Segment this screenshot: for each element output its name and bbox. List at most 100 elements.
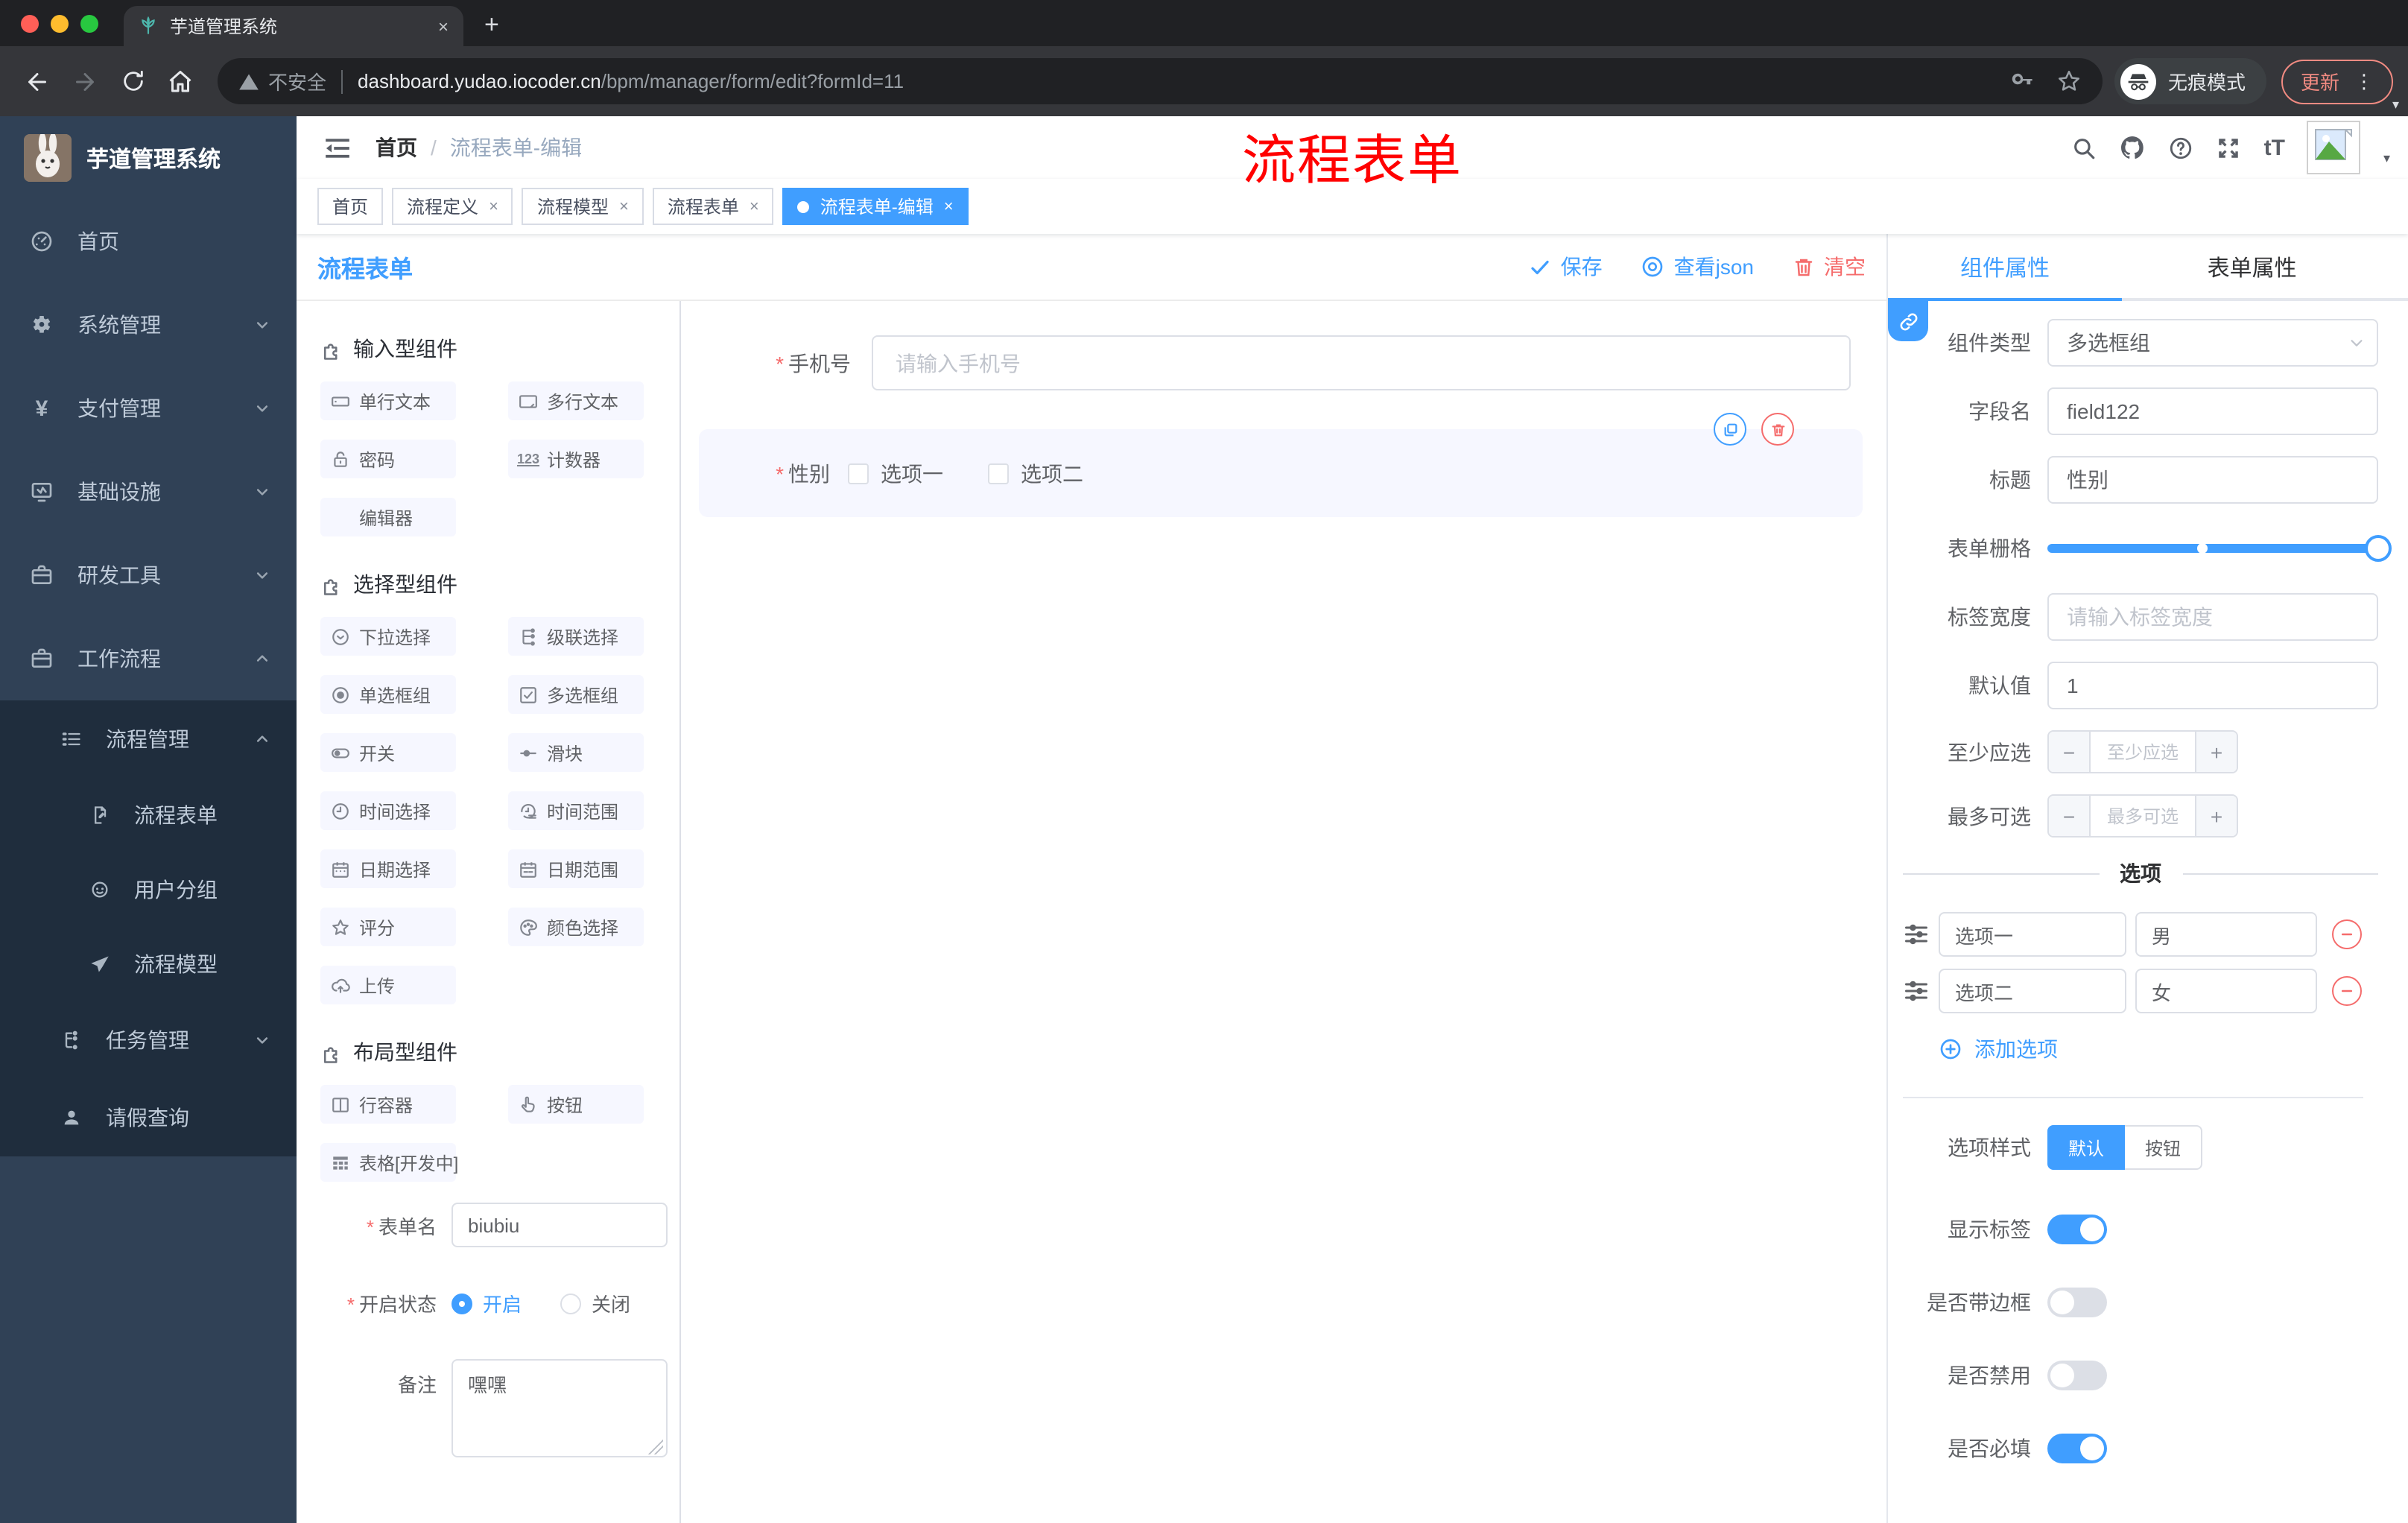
browser-update-button[interactable]: 更新 ⋮ [2281,59,2393,104]
drag-handle-icon[interactable] [1903,978,1930,1004]
url-bar[interactable]: 不安全 dashboard.yudao.iocoder.cn/bpm/manag… [218,58,2103,104]
tag-process-definition[interactable]: 流程定义 × [392,188,513,225]
default-value-input[interactable] [2047,662,2378,709]
sidebar-item-process-mgmt[interactable]: 流程管理 [0,700,297,778]
home-icon[interactable] [158,59,203,104]
show-label-switch[interactable] [2047,1215,2107,1244]
form-name-input[interactable] [452,1203,668,1247]
option-value-input[interactable] [2135,912,2317,957]
component-chip-password[interactable]: 密码 [320,440,456,478]
maximize-window-button[interactable] [80,14,98,32]
required-switch[interactable] [2047,1434,2107,1463]
component-chip-switch[interactable]: 开关 [320,733,456,772]
duplicate-component-button[interactable] [1714,413,1746,446]
close-icon[interactable]: × [619,197,629,215]
component-chip-upload[interactable]: 上传 [320,966,456,1004]
component-chip-rate[interactable]: 评分 [320,908,456,946]
style-default-button[interactable]: 默认 [2047,1125,2125,1170]
component-chip-time-range[interactable]: 时间范围 [508,791,644,830]
component-chip-table[interactable]: 表格[开发中] [320,1143,458,1182]
tag-process-form[interactable]: 流程表单 × [652,188,774,225]
password-key-icon[interactable] [2012,69,2035,93]
add-option-button[interactable]: 添加选项 [1939,1034,2378,1064]
sidebar-item-infra[interactable]: 基础设施 [0,450,297,533]
fullscreen-icon[interactable] [2217,135,2242,160]
component-chip-slider[interactable]: 滑块 [508,733,644,772]
option-name-input[interactable] [1939,969,2126,1013]
checkbox-icon[interactable] [848,463,869,484]
form-grid-slider[interactable] [2047,525,2392,572]
forward-icon[interactable] [63,59,107,104]
component-chip-counter[interactable]: 123 计数器 [508,440,644,478]
sidebar-item-home[interactable]: 首页 [0,200,297,283]
help-icon[interactable] [2169,135,2194,160]
label-width-input[interactable] [2047,593,2378,641]
close-icon[interactable]: × [489,197,498,215]
remove-option-button[interactable] [2332,976,2362,1006]
gender-checkbox-option2[interactable]: 选项二 [988,458,1083,488]
radio-unselected-icon[interactable] [560,1293,582,1314]
max-select-input[interactable] [2091,796,2195,836]
decrease-button[interactable]: − [2049,796,2091,836]
component-chip-textarea[interactable]: 多行文本 [508,381,644,420]
back-icon[interactable] [15,59,60,104]
close-window-button[interactable] [21,14,39,32]
increase-button[interactable]: + [2195,732,2237,772]
component-chip-editor[interactable]: 编辑器 [320,498,456,536]
option-value-input[interactable] [2135,969,2317,1013]
component-chip-checkbox-group[interactable]: 多选框组 [508,675,644,714]
sidebar-item-user-group[interactable]: 用户分组 [0,852,297,927]
border-switch[interactable] [2047,1288,2107,1317]
tab-form-props[interactable]: 表单属性 [2122,234,2382,301]
sidebar-logo[interactable]: 芋道管理系统 [0,116,297,200]
browser-tab[interactable]: 芋道管理系统 × [124,6,463,46]
component-chip-date-picker[interactable]: 日期选择 [320,849,456,888]
close-icon[interactable]: × [944,197,954,215]
sidebar-item-process-form[interactable]: 流程表单 [0,778,297,852]
sidebar-item-process-model[interactable]: 流程模型 [0,927,297,1001]
minimize-window-button[interactable] [51,14,69,32]
update-label[interactable]: 更新 [2301,67,2339,95]
clear-button[interactable]: 清空 [1793,252,1866,282]
disabled-switch[interactable] [2047,1361,2107,1390]
title-input[interactable] [2047,456,2378,504]
search-icon[interactable] [2072,135,2097,160]
component-chip-select[interactable]: 下拉选择 [320,617,456,656]
component-chip-single-text[interactable]: 单行文本 [320,381,456,420]
radio-selected-icon[interactable] [452,1293,472,1314]
font-size-icon[interactable]: tT [2264,135,2285,160]
decrease-button[interactable]: − [2049,732,2091,772]
tag-home[interactable]: 首页 [317,188,384,225]
tag-process-model[interactable]: 流程模型 × [522,188,644,225]
new-tab-button[interactable]: + [484,10,499,40]
phone-input[interactable] [872,335,1851,390]
component-chip-cascader[interactable]: 级联选择 [508,617,644,656]
component-chip-button[interactable]: 按钮 [508,1085,644,1124]
gender-checkbox-option1[interactable]: 选项一 [848,458,943,488]
tab-component-props[interactable]: 组件属性 [1888,234,2122,301]
sidebar-item-system[interactable]: 系统管理 [0,283,297,367]
remove-option-button[interactable] [2332,919,2362,949]
component-type-select[interactable] [2047,319,2378,367]
close-icon[interactable]: × [750,197,759,215]
breadcrumb-home[interactable]: 首页 [376,133,417,162]
field-name-input[interactable] [2047,387,2378,435]
reload-icon[interactable] [110,59,155,104]
canvas-field-phone[interactable]: * 手机号 [681,335,1886,390]
sidebar-item-workflow[interactable]: 工作流程 [0,617,297,700]
component-chip-row-container[interactable]: 行容器 [320,1085,456,1124]
collapse-sidebar-icon[interactable] [323,133,352,162]
delete-component-button[interactable] [1761,413,1794,446]
slider-handle[interactable] [2365,535,2392,562]
sidebar-item-payment[interactable]: ¥ 支付管理 [0,367,297,450]
checkbox-icon[interactable] [988,463,1009,484]
security-label[interactable]: 不安全 [268,67,326,95]
component-chip-time-picker[interactable]: 时间选择 [320,791,456,830]
chrome-caret-icon[interactable]: ▾ [2392,97,2399,113]
tab-close-icon[interactable]: × [438,16,449,37]
tag-process-form-edit[interactable]: 流程表单-编辑 × [782,188,969,225]
save-button[interactable]: 保存 [1530,252,1603,282]
view-json-button[interactable]: 查看json [1641,252,1754,282]
component-chip-radio-group[interactable]: 单选框组 [320,675,456,714]
drag-handle-icon[interactable] [1903,921,1930,948]
